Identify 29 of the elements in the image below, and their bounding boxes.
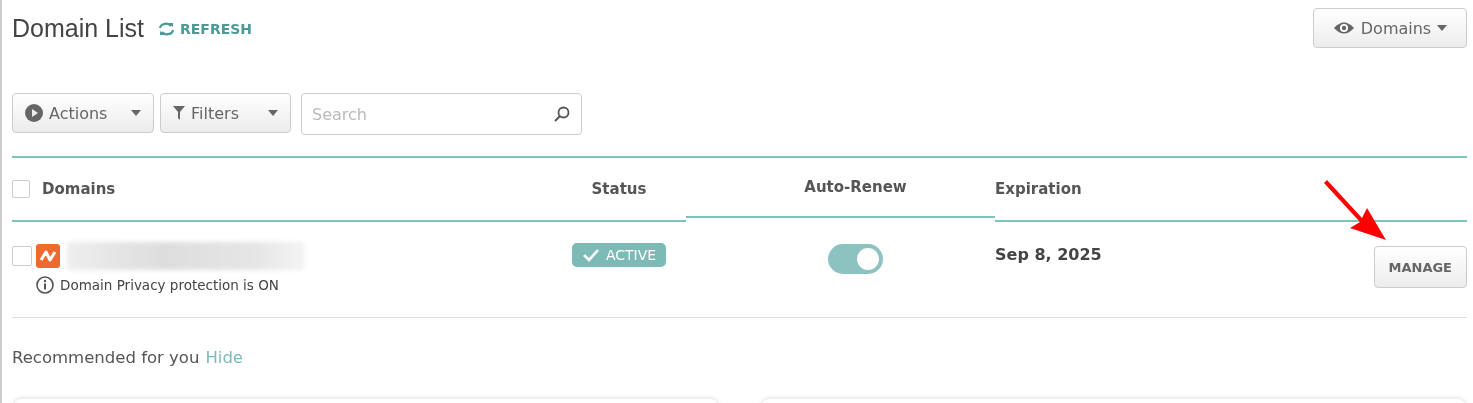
caret-icon xyxy=(1437,25,1448,31)
caret-icon xyxy=(268,110,278,116)
search-icon xyxy=(554,106,570,122)
actions-dropdown[interactable]: Actions xyxy=(12,93,154,133)
refresh-icon xyxy=(158,21,175,36)
filter-icon xyxy=(173,106,185,120)
auto-renew-toggle[interactable] xyxy=(828,244,883,274)
select-all-checkbox[interactable] xyxy=(12,180,30,198)
page-title: Domain List xyxy=(12,14,144,43)
info-icon xyxy=(36,276,54,294)
privacy-note: Domain Privacy protection is ON xyxy=(60,277,279,293)
status-badge: ACTIVE xyxy=(571,243,667,267)
manage-button[interactable]: MANAGE xyxy=(1373,246,1467,288)
search-field[interactable]: Search xyxy=(301,93,582,135)
column-header: Domains xyxy=(42,180,116,198)
row-checkbox[interactable] xyxy=(12,246,32,266)
arrow-drawing xyxy=(1322,180,1388,242)
view-dropdown[interactable]: Domains xyxy=(1313,8,1467,48)
eye-icon xyxy=(1332,21,1355,35)
section-heading: Recommended for you xyxy=(12,348,200,367)
play-icon xyxy=(25,104,43,122)
filters-dropdown[interactable]: Filters xyxy=(160,93,291,133)
column-header: Status xyxy=(591,180,647,198)
caret-icon xyxy=(131,110,141,116)
expiration-date: Sep 8, 2025 xyxy=(995,244,1102,264)
refresh-link[interactable]: REFRESH xyxy=(158,20,253,37)
column-header: Expiration xyxy=(995,180,1082,198)
column-header: Auto-Renew xyxy=(804,178,907,196)
logo-icon xyxy=(36,244,60,268)
